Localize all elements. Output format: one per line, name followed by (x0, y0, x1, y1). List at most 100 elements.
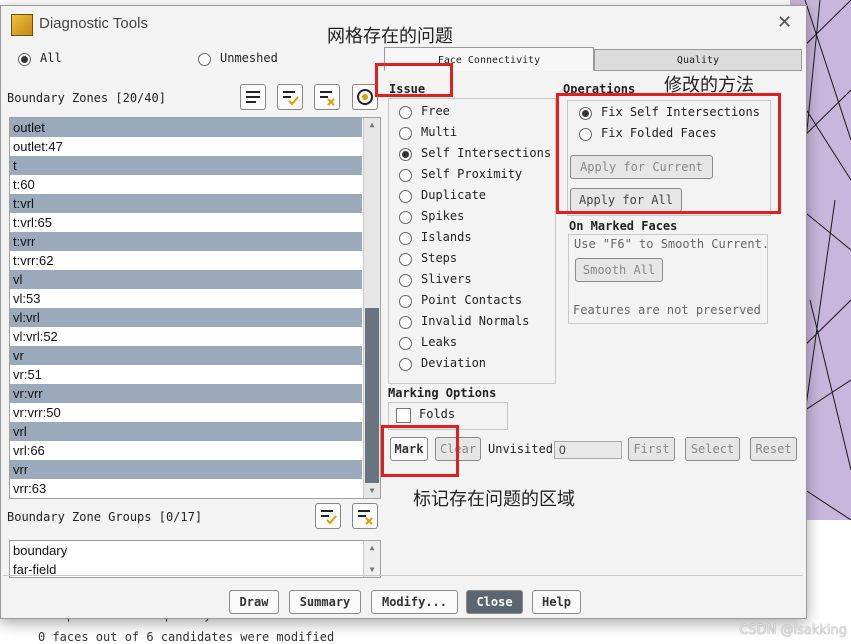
folds-label: Folds (419, 407, 456, 421)
clear-button[interactable]: Clear (435, 437, 481, 461)
scroll-thumb[interactable] (365, 308, 379, 483)
tab-face-connectivity[interactable]: Face Connectivity (384, 47, 594, 71)
radio-all-label: All (40, 51, 62, 65)
issue-radio[interactable] (399, 190, 412, 203)
list-item[interactable]: vl:vrl (10, 308, 362, 327)
list-item[interactable]: outlet (10, 118, 362, 137)
apply-for-all-button[interactable]: Apply for All (570, 188, 682, 212)
scroll-down-icon[interactable]: ▼ (364, 484, 380, 498)
radio-unmeshed[interactable] (198, 53, 211, 66)
diagnostic-tools-dialog: Diagnostic Tools ✕ All Unmeshed Boundary… (0, 5, 807, 619)
issue-radio-label: Leaks (421, 335, 458, 349)
issue-radio[interactable] (399, 106, 412, 119)
issue-radio-label: Spikes (421, 209, 465, 223)
unvisited-label: Unvisited (488, 442, 554, 456)
summary-button[interactable]: Summary (289, 590, 361, 614)
close-button[interactable]: Close (466, 590, 523, 614)
list-item[interactable]: t:vrr (10, 232, 362, 251)
marking-options-header: Marking Options (388, 386, 497, 400)
list-item[interactable]: vl:vrl:52 (10, 327, 362, 346)
issue-radio[interactable] (399, 337, 412, 350)
marked-faces-header: On Marked Faces (569, 219, 678, 233)
check-list-icon (321, 510, 337, 525)
issue-radio[interactable] (399, 316, 412, 329)
list-item[interactable]: vr:vrr (10, 384, 362, 403)
list-item[interactable]: outlet:47 (10, 137, 362, 156)
console-line: 0 faces out of 6 candidates were modifie… (38, 630, 335, 644)
radio-fix-self-intersections[interactable] (579, 107, 592, 120)
list-item[interactable]: t:60 (10, 175, 362, 194)
deselect-all-button[interactable] (314, 84, 340, 110)
list-item[interactable]: vrr:63 (10, 479, 362, 498)
list-icon-button[interactable] (240, 84, 266, 110)
list-item[interactable]: t:vrl (10, 194, 362, 213)
issue-radio-label: Steps (421, 251, 458, 265)
list-item[interactable]: vl (10, 270, 362, 289)
check-list-icon (283, 91, 299, 106)
issue-radio-label: Slivers (421, 272, 472, 286)
issue-radio[interactable] (399, 211, 412, 224)
issue-radio[interactable] (399, 274, 412, 287)
issue-radio[interactable] (399, 253, 412, 266)
smooth-all-button[interactable]: Smooth All (575, 258, 663, 282)
list-item[interactable]: vrl:66 (10, 441, 362, 460)
draw-button[interactable]: Draw (229, 590, 279, 614)
smooth-hint: Use "F6" to Smooth Current. (574, 237, 770, 251)
list-item[interactable]: vr:51 (10, 365, 362, 384)
list-item[interactable]: t:vrr:62 (10, 251, 362, 270)
features-note: Features are not preserved (573, 303, 761, 317)
first-button[interactable]: First (628, 437, 675, 461)
groups-select-all-button[interactable] (315, 503, 341, 529)
window-title: Diagnostic Tools (39, 15, 148, 32)
radio-all[interactable] (18, 53, 31, 66)
zone-groups-list[interactable]: boundary far-field ▲ ▼ (9, 540, 381, 578)
issue-radio[interactable] (399, 232, 412, 245)
list-item[interactable]: vr:vrr:50 (10, 403, 362, 422)
issue-radio[interactable] (399, 169, 412, 182)
footer-divider (3, 575, 803, 576)
issue-radio-label: Self Proximity (421, 167, 523, 181)
modify-button[interactable]: Modify... (371, 590, 458, 614)
groups-deselect-all-button[interactable] (352, 503, 378, 529)
annotation-fix-method: 修改的方法 (664, 75, 754, 96)
close-icon[interactable]: ✕ (777, 12, 792, 33)
issue-radio[interactable] (399, 148, 412, 161)
target-icon (357, 89, 373, 105)
list-item[interactable]: vrl (10, 422, 362, 441)
select-all-button[interactable] (277, 84, 303, 110)
list-item[interactable]: boundary (10, 541, 362, 560)
annotation-mesh-problem: 网格存在的问题 (327, 26, 453, 47)
issue-radio[interactable] (399, 127, 412, 140)
list-item[interactable]: t:vrl:65 (10, 213, 362, 232)
issue-radio[interactable] (399, 295, 412, 308)
reset-button[interactable]: Reset (750, 437, 797, 461)
list-item[interactable]: t (10, 156, 362, 175)
apply-for-current-button[interactable]: Apply for Current (570, 155, 713, 179)
boundary-zones-list[interactable]: outlet outlet:47 t t:60 t:vrl t:vrl:65 t:vrr t:… (9, 117, 381, 499)
scroll-up-icon[interactable]: ▲ (364, 541, 380, 555)
issue-radio-label: Islands (421, 230, 472, 244)
zone-list-scrollbar[interactable]: ▲ ▼ (363, 118, 380, 498)
issue-radio-label: Deviation (421, 356, 487, 370)
issue-panel (388, 98, 556, 384)
mark-button[interactable]: Mark (390, 437, 428, 461)
folds-checkbox[interactable] (396, 408, 411, 423)
issue-radio-label: Free (421, 104, 450, 118)
list-item[interactable]: vr (10, 346, 362, 365)
annotation-mark-region: 标记存在问题的区域 (413, 489, 575, 510)
radio-unmeshed-label: Unmeshed (220, 51, 278, 65)
tab-quality[interactable]: Quality (594, 49, 802, 71)
scroll-up-icon[interactable]: ▲ (364, 118, 380, 132)
list-item[interactable]: vl:53 (10, 289, 362, 308)
help-button[interactable]: Help (532, 590, 581, 614)
select-button[interactable]: Select (685, 437, 740, 461)
unvisited-field[interactable]: 0 (554, 441, 622, 459)
issue-radio-label: Point Contacts (421, 293, 523, 307)
issue-radio[interactable] (399, 358, 412, 371)
clear-list-icon (320, 91, 335, 106)
groups-scrollbar[interactable]: ▲ ▼ (363, 541, 380, 577)
target-icon-button[interactable] (352, 84, 378, 110)
list-item[interactable]: vrr (10, 460, 362, 479)
issue-radio-label: Self Intersections (421, 146, 552, 160)
radio-fix-folded-faces[interactable] (579, 128, 592, 141)
